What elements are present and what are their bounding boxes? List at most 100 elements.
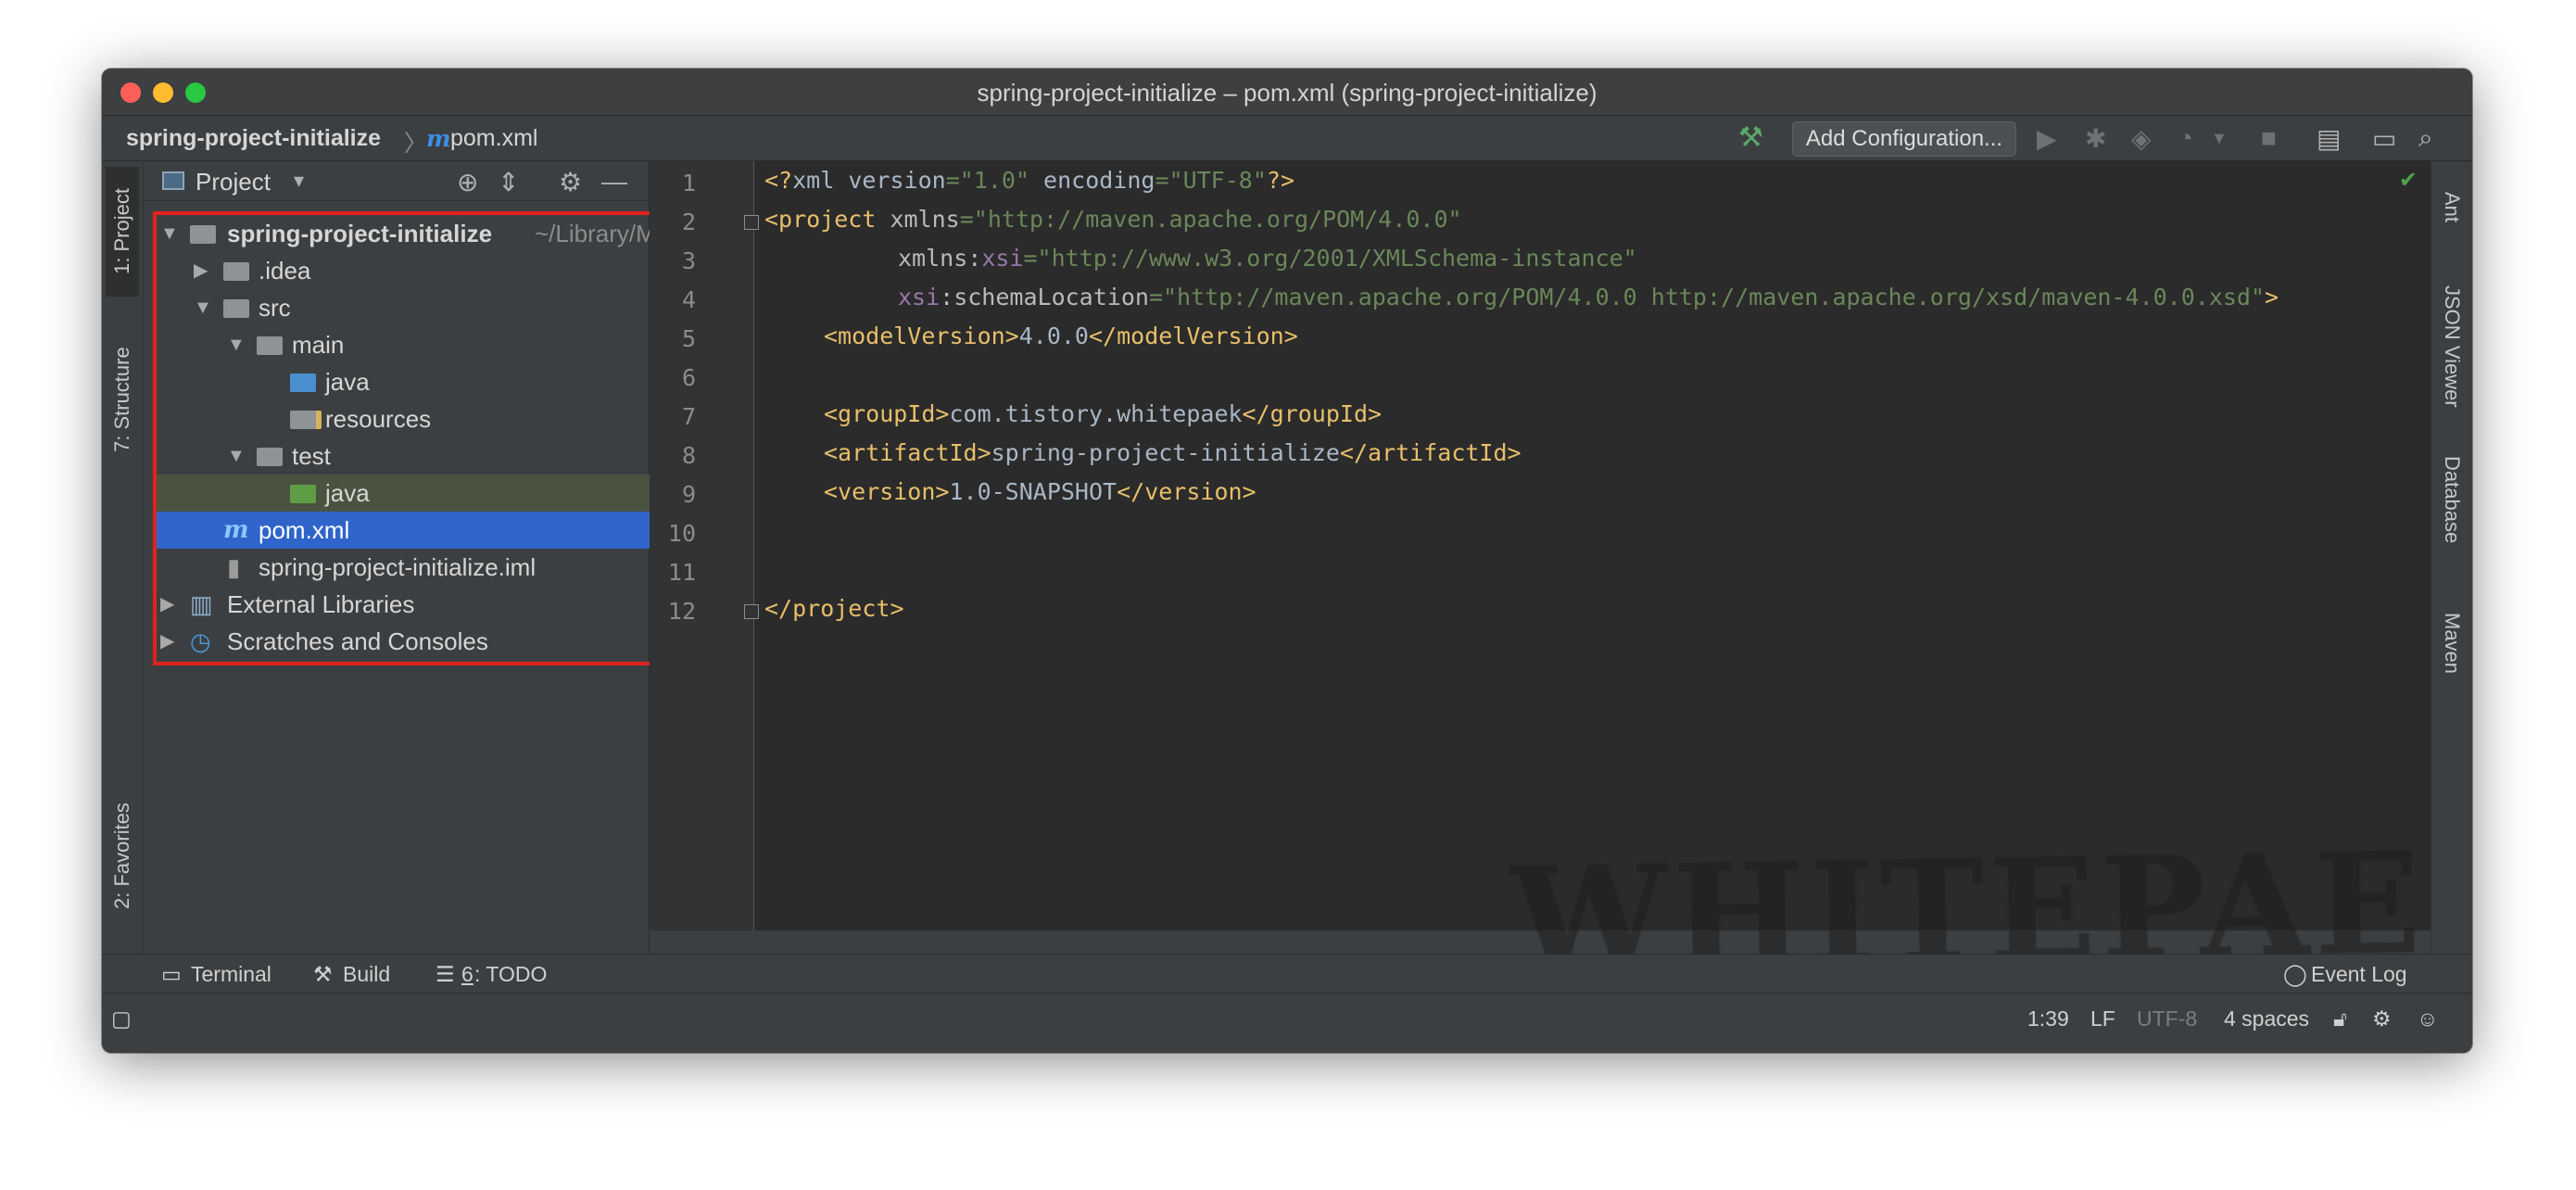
tree-item-label: spring-project-initialize xyxy=(227,220,493,247)
tree-item-test-java[interactable]: java xyxy=(157,475,657,512)
gear-icon[interactable]: ⚙ xyxy=(559,167,582,197)
locate-file-icon[interactable]: ⊕ xyxy=(457,167,478,197)
tab-ant[interactable]: Ant xyxy=(2435,171,2469,245)
tree-item-label: .idea xyxy=(259,257,311,285)
tab-favorites-label: 2: Favorites xyxy=(110,803,133,910)
hide-panel-icon[interactable]: — xyxy=(601,167,627,196)
toggle-tool-windows-icon[interactable]: ▢ xyxy=(111,1006,132,1032)
line-number: 10 xyxy=(667,520,696,547)
add-configuration-button[interactable]: Add Configuration... xyxy=(1792,121,2016,157)
todo-list-icon: ☰ xyxy=(436,962,455,986)
inspections-gear-icon[interactable]: ⚙ xyxy=(2372,1006,2392,1032)
tree-item-idea[interactable]: ▶ .idea xyxy=(157,252,657,289)
code-line-2: <project xmlns="http://maven.apache.org/… xyxy=(764,206,1462,233)
hector-inspector-icon[interactable]: ☺ xyxy=(2417,1006,2438,1032)
code-content[interactable]: <?xml version="1.0" encoding="UTF-8"?> <… xyxy=(764,161,2279,622)
tree-item-label: java xyxy=(325,368,370,396)
tab-maven[interactable]: Maven xyxy=(2435,588,2469,699)
code-editor[interactable]: 1 2 3 4 5 6 7 8 9 10 11 12 <?xml version… xyxy=(650,161,2472,1001)
window-title: spring-project-initialize – pom.xml (spr… xyxy=(977,79,1597,107)
fold-marker-icon[interactable] xyxy=(744,215,759,230)
scratches-clock-icon: ◷ xyxy=(190,627,211,655)
tab-database[interactable]: Database xyxy=(2435,439,2469,560)
code-line-5: <modelVersion>4.0.0</modelVersion> xyxy=(824,323,1298,349)
expanded-arrow-icon[interactable]: ▼ xyxy=(194,289,212,326)
iml-file-icon: ▮ xyxy=(227,553,241,581)
tree-item-test[interactable]: ▼ test xyxy=(157,437,657,475)
test-folder-icon xyxy=(290,485,316,503)
project-structure-icon[interactable]: ▤ xyxy=(2317,123,2341,154)
debug-icon[interactable]: ✱ xyxy=(2085,123,2106,154)
build-hammer-icon[interactable]: ⚒ xyxy=(1738,121,1763,154)
folder-icon xyxy=(257,336,283,355)
terminal-window-icon[interactable]: ▭ xyxy=(2372,123,2396,154)
todo-shortcut-number[interactable]: 6 xyxy=(461,962,474,987)
code-line-4: xsi:schemaLocation="http://maven.apache.… xyxy=(898,284,2279,310)
terminal-button[interactable]: Terminal xyxy=(191,962,271,987)
more-run-options-chevron-down-icon[interactable]: ▼ xyxy=(2211,129,2228,148)
tree-item-label: java xyxy=(325,479,370,507)
tree-item-label: spring-project-initialize.iml xyxy=(259,553,537,581)
tree-item-label: src xyxy=(259,294,291,322)
source-folder-icon xyxy=(290,373,316,392)
collapsed-arrow-icon[interactable]: ▶ xyxy=(160,623,174,660)
tree-item-src[interactable]: ▼ src xyxy=(157,289,657,326)
folder-icon xyxy=(223,299,249,318)
profile-icon[interactable]: ◔ xyxy=(2178,123,2193,153)
todo-button[interactable]: : TODO xyxy=(474,962,547,987)
tab-structure[interactable]: 7: Structure xyxy=(106,321,139,478)
navigation-bar: spring-project-initialize 〉 m pom.xml ⚒ … xyxy=(102,116,2472,161)
run-icon[interactable]: ▶ xyxy=(2037,123,2057,154)
tool-window-bar: ▭ Terminal ⚒ Build ☰ 6 : TODO ◯ Event Lo… xyxy=(102,954,2472,994)
tab-project-label: 1: Project xyxy=(110,188,133,275)
project-view-icon xyxy=(162,171,184,190)
tab-project[interactable]: 1: Project xyxy=(106,167,139,297)
maven-file-icon: m xyxy=(223,516,249,544)
stop-icon[interactable]: ■ xyxy=(2261,123,2277,153)
tree-item-iml[interactable]: ▮ spring-project-initialize.iml xyxy=(157,549,657,586)
collapsed-arrow-icon[interactable]: ▶ xyxy=(194,252,208,289)
lock-icon[interactable]: 🔓︎ xyxy=(2333,1006,2347,1032)
tree-item-scratches[interactable]: ▶ ◷ Scratches and Consoles xyxy=(157,623,657,660)
tree-item-resources[interactable]: resources xyxy=(157,400,657,437)
expanded-arrow-icon[interactable]: ▼ xyxy=(227,326,246,363)
tree-item-main[interactable]: ▼ main xyxy=(157,326,657,363)
line-separator[interactable]: LF xyxy=(2090,1006,2115,1032)
build-button[interactable]: Build xyxy=(343,962,390,987)
tab-json-viewer[interactable]: JSON Viewer xyxy=(2435,272,2469,421)
code-line-3: xmlns:xsi="http://www.w3.org/2001/XMLSch… xyxy=(898,245,1637,272)
project-tree: ▼ spring-project-initialize ~/Library/M … xyxy=(153,211,661,665)
fold-marker-icon[interactable] xyxy=(744,604,759,619)
tree-item-main-java[interactable]: java xyxy=(157,363,657,400)
tab-json-viewer-label: JSON Viewer xyxy=(2441,285,2464,408)
collapsed-arrow-icon[interactable]: ▶ xyxy=(160,586,174,623)
line-number: 11 xyxy=(667,559,696,586)
view-chevron-down-icon[interactable]: ▾ xyxy=(294,169,304,193)
expanded-arrow-icon[interactable]: ▼ xyxy=(227,437,246,475)
line-number: 2 xyxy=(681,209,696,235)
tab-favorites[interactable]: 2: Favorites xyxy=(106,773,139,940)
event-log-icon: ◯ xyxy=(2283,962,2307,986)
search-everywhere-icon[interactable]: ⌕ xyxy=(2418,123,2433,154)
left-tool-strip: 1: Project 7: Structure 2: Favorites xyxy=(102,161,144,954)
tree-item-pom[interactable]: m pom.xml xyxy=(157,512,657,549)
event-log-button[interactable]: Event Log xyxy=(2311,962,2407,987)
collapse-all-icon[interactable]: ⇕ xyxy=(498,167,519,197)
breadcrumb-project[interactable]: spring-project-initialize xyxy=(126,125,381,152)
right-tool-strip: Ant JSON Viewer Database Maven xyxy=(2431,161,2472,954)
caret-position[interactable]: 1:39 xyxy=(2027,1006,2069,1032)
libraries-icon: ▥ xyxy=(190,590,213,618)
breadcrumb-file[interactable]: pom.xml xyxy=(450,125,537,152)
inspection-ok-check-icon[interactable]: ✔ xyxy=(2399,167,2418,194)
project-panel-title[interactable]: Project xyxy=(196,168,271,196)
tree-item-root[interactable]: ▼ spring-project-initialize ~/Library/M xyxy=(157,215,657,252)
tree-item-external-libraries[interactable]: ▶ ▥ External Libraries xyxy=(157,586,657,623)
expanded-arrow-icon[interactable]: ▼ xyxy=(160,215,179,252)
tree-item-label: Scratches and Consoles xyxy=(227,627,488,655)
module-folder-icon xyxy=(190,225,216,244)
coverage-icon[interactable]: ◈ xyxy=(2131,123,2152,154)
indent-setting[interactable]: 4 spaces xyxy=(2224,1006,2309,1032)
file-encoding[interactable]: UTF-8 xyxy=(2137,1006,2197,1032)
line-number: 8 xyxy=(681,442,696,469)
code-line-9: <version>1.0-SNAPSHOT</version> xyxy=(824,478,1256,505)
